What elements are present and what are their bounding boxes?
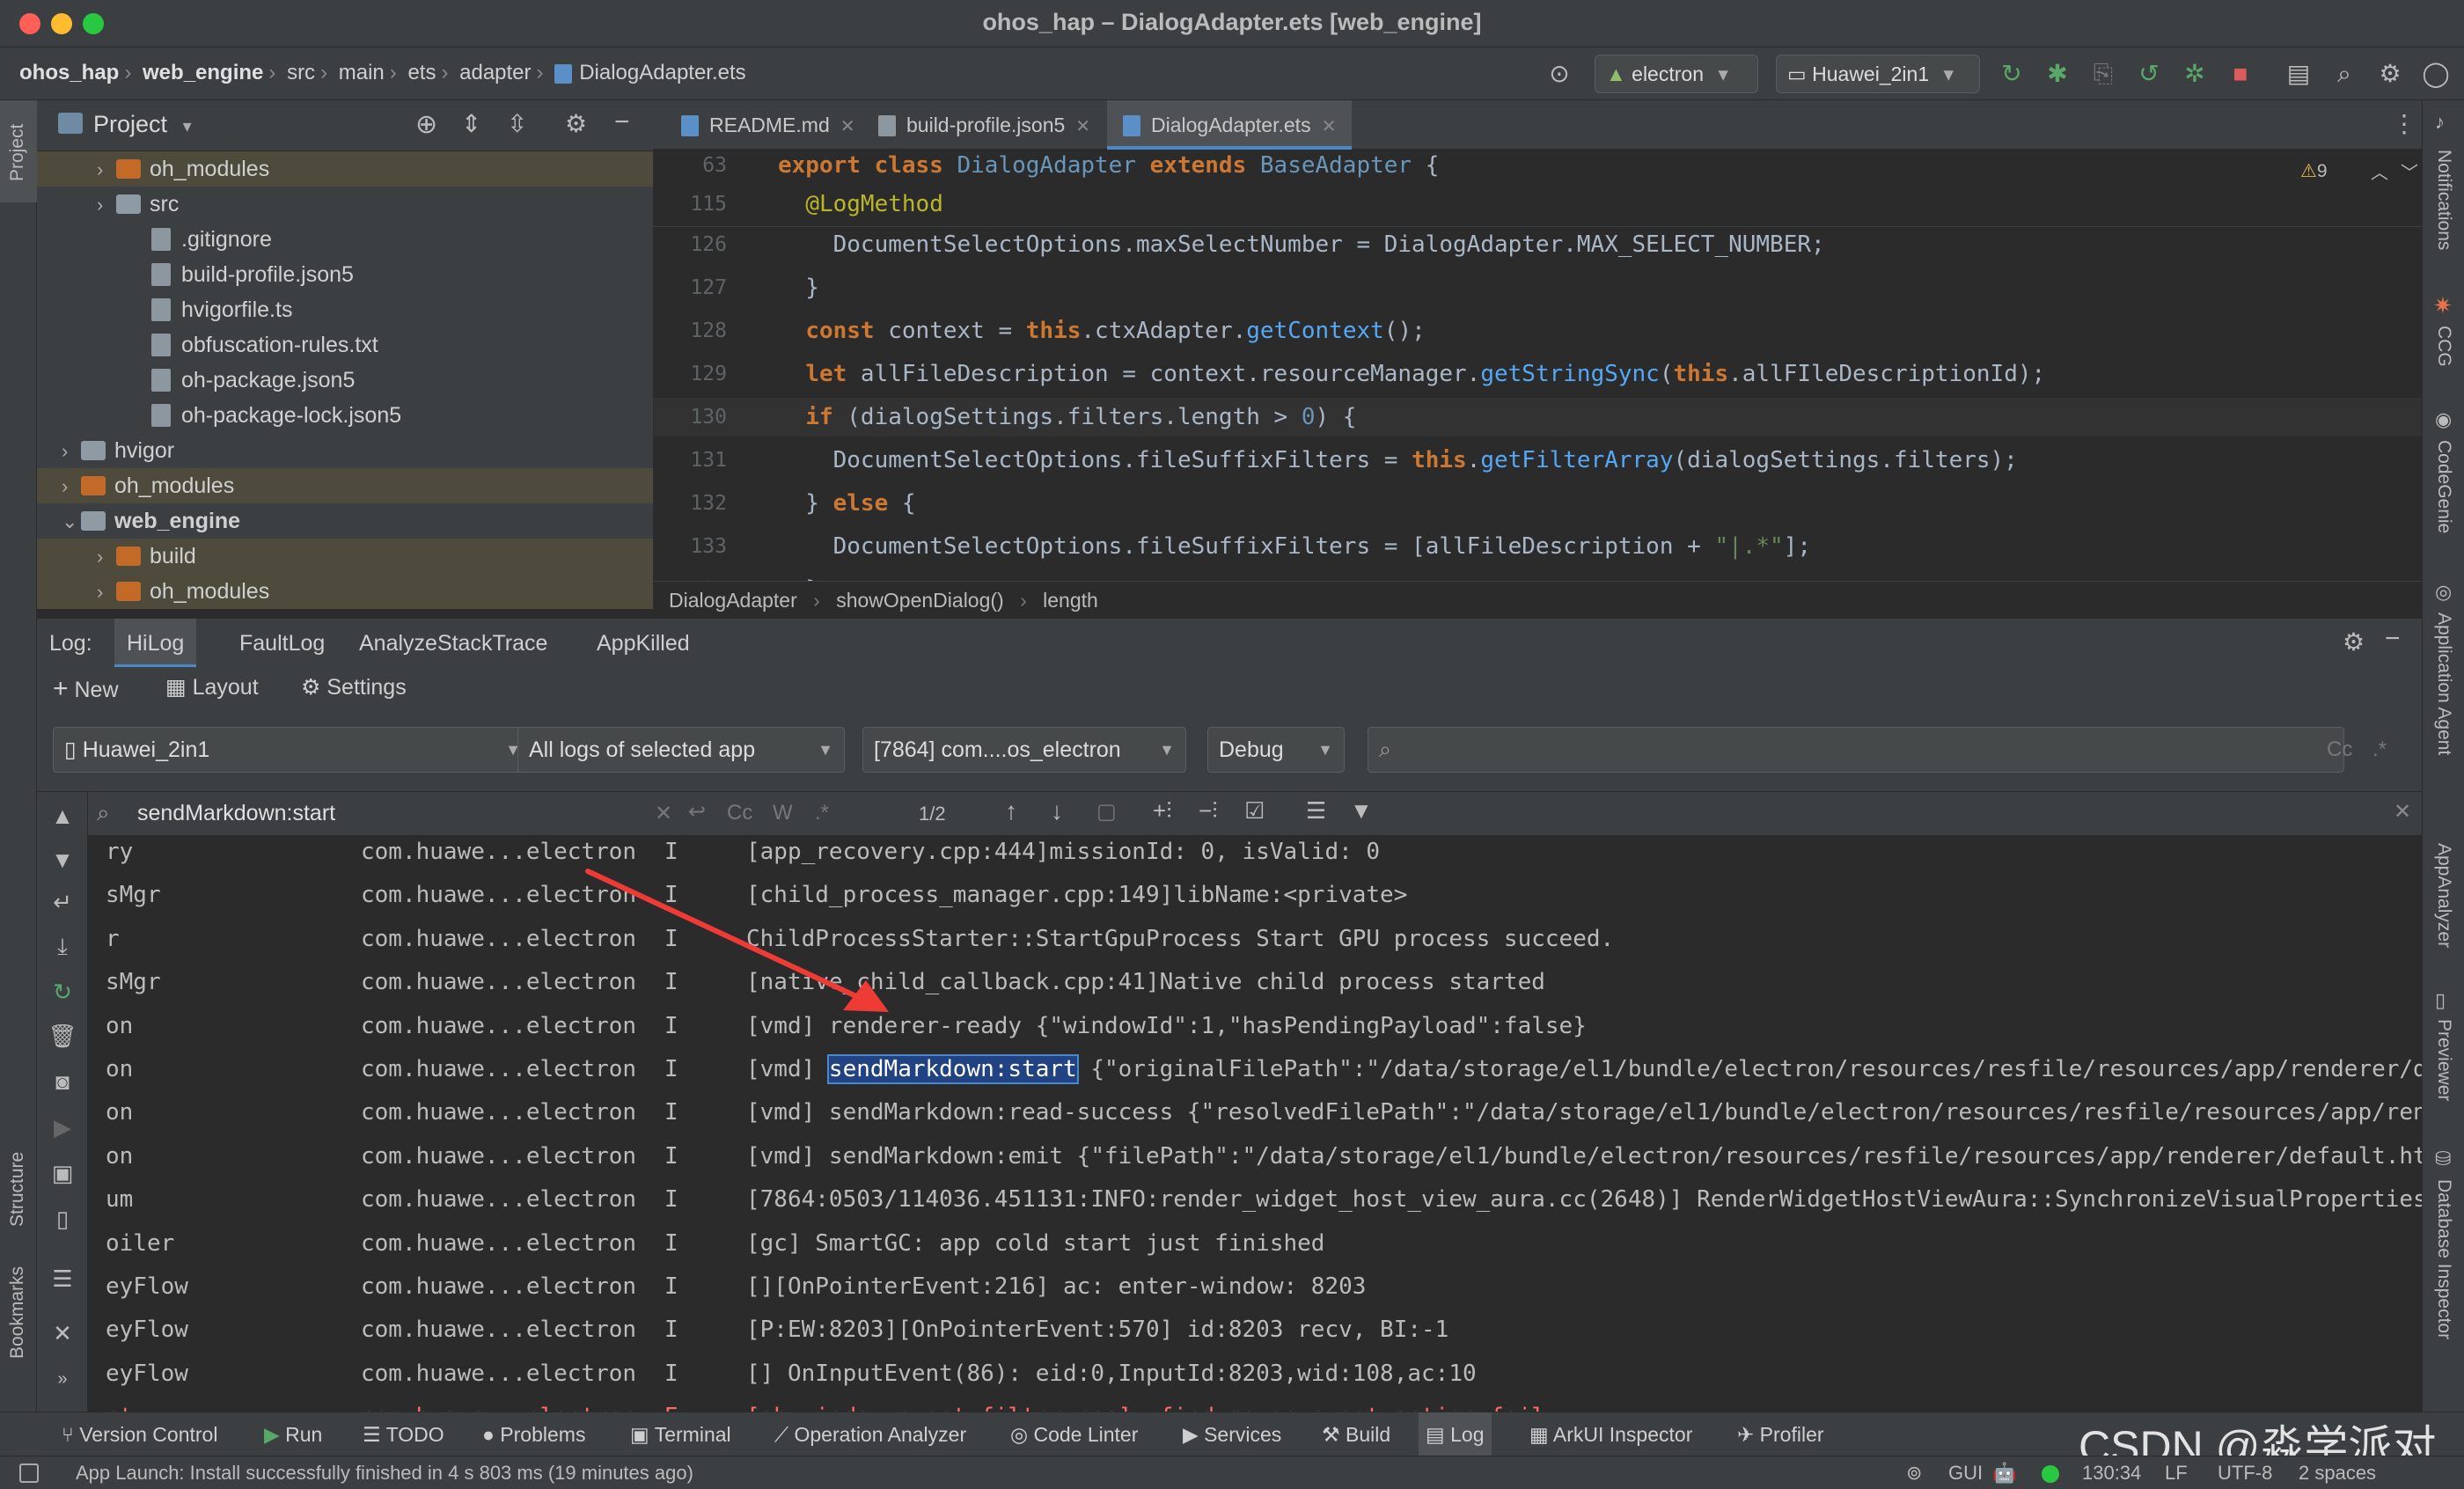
tool-window-label: Services (1204, 1423, 1282, 1446)
tool-window-icon: ▶ (1183, 1423, 1205, 1446)
tool-window-operation-analyzer[interactable]: ⟋ Operation Analyzer (767, 1412, 973, 1456)
tool-window-problems[interactable]: ● Problems (475, 1412, 592, 1456)
warning-icon: ⚠ (2300, 161, 2317, 181)
tool-window-todo[interactable]: ☰ TODO (356, 1412, 451, 1456)
tool-window-label: Operation Analyzer (794, 1423, 967, 1446)
line-separator[interactable]: LF (2165, 1462, 2188, 1485)
tool-window-label: Log (1450, 1423, 1485, 1446)
tool-window-label: Terminal (654, 1423, 731, 1446)
tool-window-icon: ◎ (1010, 1423, 1034, 1446)
server-icon[interactable]: ⊚ (1906, 1462, 1922, 1485)
chevron-down-icon[interactable]: ﹀ (2401, 158, 2418, 184)
tool-window-label: Run (285, 1423, 323, 1446)
tool-window-build[interactable]: ⚒ Build (1315, 1412, 1397, 1456)
panel-toggle-icon[interactable] (19, 1463, 39, 1483)
tool-window-icon: ▦ (1529, 1423, 1553, 1446)
tool-window-icon: ⟋ (774, 1423, 795, 1446)
caret-position[interactable]: 130:34 (2082, 1462, 2141, 1485)
warnings-indicator[interactable]: ⚠9 (2300, 160, 2328, 182)
tool-window-icon: ▤ (1426, 1423, 1451, 1446)
gui-indicator[interactable]: GUI (1948, 1462, 1983, 1485)
code-text: @LogMethod (805, 191, 943, 217)
status-dot-icon (2042, 1465, 2059, 1483)
code-line[interactable]: 63 export class DialogAdapter extends Bas… (653, 150, 2422, 185)
tool-window-label: ArkUI Inspector (1552, 1423, 1693, 1446)
warning-count: 9 (2316, 161, 2328, 181)
code-text: export class DialogAdapter extends BaseA… (778, 152, 1440, 179)
tool-window-code-linter[interactable]: ◎ Code Linter (1003, 1412, 1145, 1456)
sticky-lines: 63 export class DialogAdapter extends Bas… (653, 150, 2422, 227)
tool-window-profiler[interactable]: ✈ Profiler (1730, 1412, 1831, 1456)
tool-window-run[interactable]: ▶ Run (257, 1412, 329, 1456)
chevron-up-icon[interactable]: ︿ (2371, 158, 2388, 184)
tool-window-label: Version Control (79, 1423, 218, 1446)
tool-window-label: Code Linter (1033, 1423, 1139, 1446)
indent-setting[interactable]: 2 spaces (2299, 1462, 2376, 1485)
tool-window-icon: ⚒ (1322, 1423, 1346, 1446)
tool-window-arkui-inspector[interactable]: ▦ ArkUI Inspector (1522, 1412, 1699, 1456)
line-number: 63 (702, 154, 727, 177)
status-message[interactable]: App Launch: Install successfully finishe… (76, 1462, 693, 1485)
file-encoding[interactable]: UTF-8 (2218, 1462, 2272, 1485)
tool-window-label: Profiler (1759, 1423, 1824, 1446)
tool-window-terminal[interactable]: ▣ Terminal (623, 1412, 738, 1456)
status-bar: App Launch: Install successfully finishe… (0, 1456, 2464, 1489)
line-number: 115 (690, 193, 727, 216)
tool-window-log[interactable]: ▤ Log (1419, 1412, 1492, 1456)
tool-window-icon: ☰ (363, 1423, 386, 1446)
tool-window-services[interactable]: ▶ Services (1176, 1412, 1288, 1456)
tool-window-icon: ● (482, 1423, 501, 1446)
tool-window-icon: ⑂ (62, 1423, 80, 1446)
robot-icon: 🤖 (1992, 1462, 2017, 1484)
tool-window-label: Problems (500, 1423, 586, 1446)
tool-window-icon: ▣ (630, 1423, 655, 1446)
code-line[interactable]: 115 @LogMethod (653, 185, 2422, 224)
tool-window-label: Build (1346, 1423, 1391, 1446)
tool-window-icon: ✈ (1737, 1423, 1760, 1446)
tool-window-label: TODO (385, 1423, 444, 1446)
tool-window-icon: ▶ (264, 1423, 286, 1446)
tool-window-version-control[interactable]: ⑂ Version Control (55, 1412, 224, 1456)
